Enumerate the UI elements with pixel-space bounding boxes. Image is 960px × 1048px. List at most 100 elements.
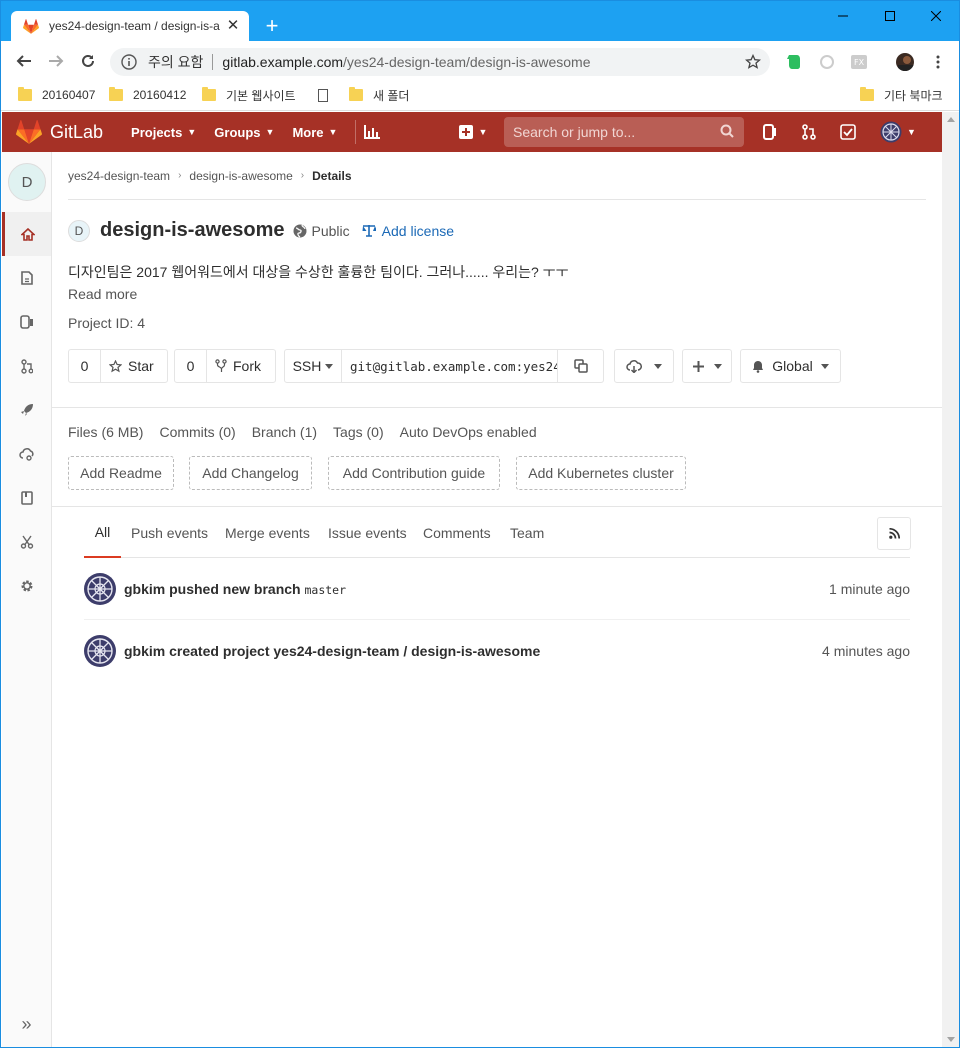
minimize-icon[interactable]	[820, 5, 866, 27]
fork-count[interactable]: 0	[175, 350, 207, 382]
maximize-icon[interactable]	[867, 5, 913, 27]
menu-icon[interactable]	[929, 53, 947, 71]
event-text: gbkim pushed new branch master	[124, 580, 347, 597]
rss-feed-button[interactable]	[877, 517, 911, 550]
read-more-link[interactable]: Read more	[68, 286, 137, 302]
sidebar-item-repository[interactable]	[2, 256, 51, 300]
reload-icon[interactable]	[77, 50, 99, 72]
extension-fx-icon[interactable]: FX	[850, 53, 868, 71]
clone-protocol-select[interactable]: SSH	[284, 349, 342, 383]
breadcrumb-project[interactable]: design-is-awesome	[189, 169, 292, 183]
scissors-icon	[20, 535, 33, 549]
info-icon[interactable]	[120, 53, 138, 71]
close-tab-icon[interactable]: ✕	[225, 18, 241, 34]
star-button-group[interactable]: 0 Star	[68, 349, 168, 383]
clone-url-input[interactable]: git@gitlab.example.com:yes24-design-team…	[342, 349, 558, 383]
tab-push-events[interactable]: Push events	[131, 508, 208, 558]
event-text[interactable]: gbkim created project yes24-design-team …	[124, 643, 822, 659]
stat-files[interactable]: Files (6 MB)	[68, 424, 143, 440]
tab-team[interactable]: Team	[510, 508, 544, 558]
scroll-down-icon[interactable]	[947, 1037, 955, 1042]
gitlab-header: GitLab Projects ▼ Groups ▼ More ▼ ▼ Search …	[2, 112, 942, 152]
bookmark-folder[interactable]: 기본 웹사이트	[202, 85, 296, 105]
sidebar-item-ci-cd[interactable]	[2, 388, 51, 432]
browser-tab[interactable]: yes24-design-team / design-is-a ✕	[11, 11, 249, 41]
svg-text:FX: FX	[854, 58, 865, 67]
other-bookmarks[interactable]: 기타 북마크	[860, 85, 943, 105]
folder-icon	[202, 87, 216, 101]
user-avatar[interactable]	[84, 635, 116, 667]
cloud-gear-icon	[18, 448, 34, 461]
add-kubernetes-cluster-button[interactable]: Add Kubernetes cluster	[516, 456, 686, 490]
evernote-icon[interactable]	[785, 53, 803, 71]
stat-commits[interactable]: Commits (0)	[159, 424, 235, 440]
url-host: gitlab.example.com	[222, 54, 344, 70]
scroll-up-icon[interactable]	[947, 117, 955, 122]
new-tab-icon[interactable]: +	[261, 15, 283, 37]
fork-button[interactable]: Fork	[207, 358, 273, 374]
bookmark-page[interactable]	[318, 85, 340, 105]
nav-groups[interactable]: Groups ▼	[214, 125, 274, 140]
add-dropdown[interactable]	[682, 349, 732, 383]
copy-icon	[573, 359, 588, 373]
close-window-icon[interactable]	[913, 5, 959, 27]
search-input[interactable]: Search or jump to...	[504, 117, 744, 147]
home-icon	[21, 227, 35, 241]
stat-tags[interactable]: Tags (0)	[333, 424, 384, 440]
tab-merge-events[interactable]: Merge events	[225, 508, 310, 558]
tab-all[interactable]: All	[84, 508, 121, 558]
forward-arrow-icon[interactable]	[45, 50, 67, 72]
star-button[interactable]: Star	[101, 358, 166, 374]
sidebar-item-overview[interactable]	[2, 212, 51, 256]
add-changelog-button[interactable]: Add Changelog	[189, 456, 312, 490]
add-readme-button[interactable]: Add Readme	[68, 456, 174, 490]
browser-window: yes24-design-team / design-is-a ✕ + 주의 요…	[0, 0, 960, 1048]
add-license-link[interactable]: Add license	[362, 223, 454, 239]
fork-button-group[interactable]: 0 Fork	[174, 349, 276, 383]
bookmark-folder[interactable]: 새 폴더	[349, 85, 409, 105]
page-scrollbar[interactable]	[942, 112, 959, 1047]
bookmark-star-icon[interactable]	[744, 53, 762, 71]
sidebar-item-snippets[interactable]	[2, 520, 51, 564]
collapse-sidebar-icon[interactable]: »	[2, 1009, 51, 1039]
stat-branches[interactable]: Branch (1)	[252, 424, 317, 440]
notification-dropdown[interactable]: Global	[740, 349, 841, 383]
issues-icon[interactable]	[760, 122, 780, 142]
download-dropdown[interactable]	[614, 349, 674, 383]
user-avatar[interactable]	[84, 572, 116, 605]
profile-avatar[interactable]	[896, 53, 914, 71]
tab-comments[interactable]: Comments	[423, 508, 491, 558]
new-item-plus-icon[interactable]: ▼	[456, 122, 490, 142]
merge-requests-icon[interactable]	[799, 122, 819, 142]
branch-ref[interactable]: master	[304, 583, 346, 597]
bookmark-folder[interactable]: 20160407	[18, 85, 95, 105]
sidebar-item-settings[interactable]	[2, 564, 51, 608]
globe-icon	[293, 224, 307, 238]
caret-down-icon	[713, 363, 722, 369]
back-arrow-icon[interactable]	[13, 50, 35, 72]
extension-icon[interactable]	[818, 53, 836, 71]
star-count[interactable]: 0	[69, 350, 101, 382]
breadcrumb-current[interactable]: Details	[312, 169, 351, 183]
gitlab-logo-text: GitLab	[50, 121, 104, 142]
stat-auto-devops[interactable]: Auto DevOps enabled	[400, 424, 537, 440]
add-contribution-guide-button[interactable]: Add Contribution guide	[328, 456, 500, 490]
tab-issue-events[interactable]: Issue events	[328, 508, 407, 558]
bookmark-folder[interactable]: 20160412	[109, 85, 186, 105]
sidebar-item-operations[interactable]	[2, 432, 51, 476]
nav-more[interactable]: More ▼	[292, 125, 337, 140]
sidebar-item-wiki[interactable]	[2, 476, 51, 520]
gitlab-logo[interactable]: GitLab	[16, 120, 103, 144]
breadcrumb-group[interactable]: yes24-design-team	[68, 169, 170, 183]
activity-chart-icon[interactable]	[362, 122, 382, 142]
chevron-down-icon: ▼	[328, 127, 338, 137]
nav-projects[interactable]: Projects ▼	[131, 125, 196, 140]
project-avatar[interactable]: D	[8, 163, 46, 201]
sidebar-item-issues[interactable]	[2, 300, 51, 344]
omnibox[interactable]: 주의 요함 gitlab.example.com/yes24-design-te…	[110, 48, 770, 76]
copy-url-button[interactable]	[558, 349, 604, 383]
user-avatar-menu[interactable]: ▼	[878, 121, 918, 143]
sidebar-item-merge-requests[interactable]	[2, 344, 51, 388]
event-time: 4 minutes ago	[822, 643, 910, 659]
todos-icon[interactable]	[838, 122, 858, 142]
